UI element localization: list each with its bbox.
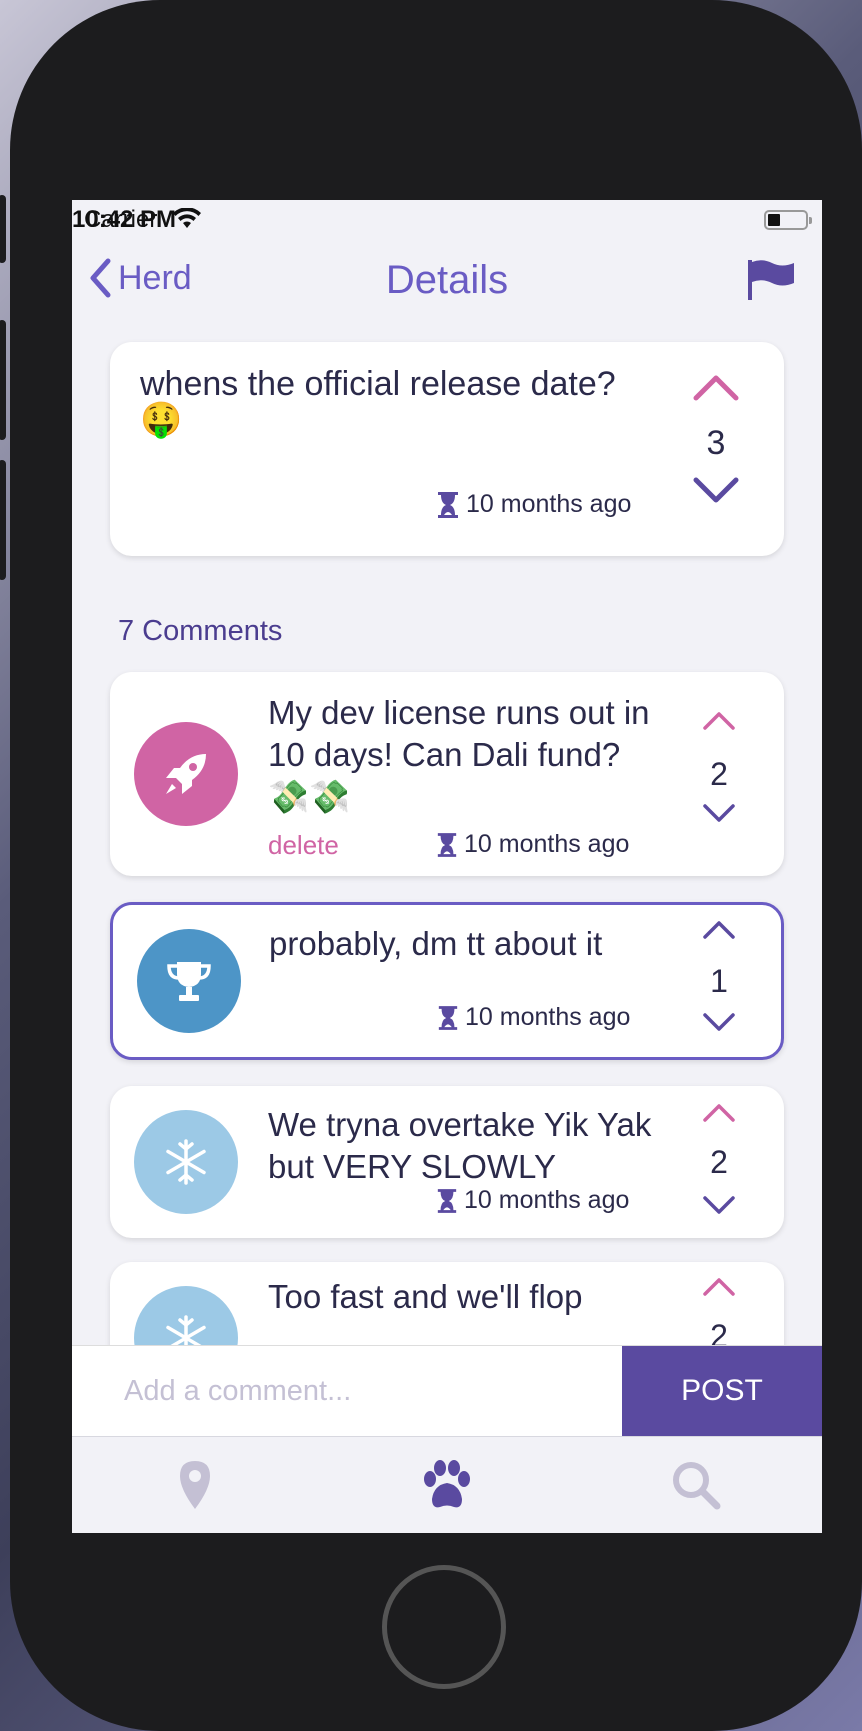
rocket-icon: [134, 722, 238, 826]
hourglass-icon: [437, 832, 457, 857]
paw-icon: [424, 1460, 470, 1508]
phone-frame: Carrier 10:42 PM Herd Details whens the …: [0, 0, 862, 1731]
chevron-up-icon: [703, 1278, 735, 1296]
post-downvote-button[interactable]: [692, 476, 740, 511]
comment-timestamp: 10 months ago: [437, 1003, 630, 1032]
comment-score: 2: [710, 1144, 728, 1180]
comment-upvote-button[interactable]: [702, 919, 736, 946]
comment-timestamp: 10 months ago: [436, 1186, 629, 1215]
post-button[interactable]: POST: [622, 1346, 822, 1436]
comment-text: My dev license runs out in 10 days! Can …: [268, 694, 650, 815]
comment-composer: POST: [72, 1345, 822, 1436]
chevron-up-icon: [693, 375, 739, 401]
delete-button[interactable]: delete: [268, 830, 339, 861]
chevron-down-icon: [703, 804, 735, 822]
home-button[interactable]: [382, 1565, 506, 1689]
post-upvote-button[interactable]: [692, 372, 740, 407]
comment-downvote-button[interactable]: [702, 1194, 736, 1221]
comment-upvote-button[interactable]: [702, 710, 736, 737]
navigation-bar: Herd Details: [72, 240, 822, 310]
post-score: 3: [706, 424, 726, 462]
post-card: whens the official release date? 🤑 10 mo…: [110, 342, 784, 556]
battery-icon: [764, 210, 812, 230]
snowflake-icon: [134, 1110, 238, 1214]
tab-bar: [72, 1436, 822, 1533]
volume-down-button: [0, 460, 6, 580]
status-bar: Carrier 10:42 PM: [72, 200, 822, 240]
tab-map[interactable]: [178, 1459, 212, 1516]
hourglass-icon: [438, 1005, 458, 1030]
comments-count-label: 7 Comments: [118, 615, 283, 647]
mute-switch: [0, 195, 6, 263]
chevron-down-icon: [703, 1013, 735, 1031]
volume-up-button: [0, 320, 6, 440]
post-time-label: 10 months ago: [466, 490, 632, 518]
post-timestamp: 10 months ago: [436, 490, 631, 519]
trophy-icon: [137, 929, 241, 1033]
search-icon: [673, 1462, 721, 1510]
comment-score: 2: [710, 756, 728, 792]
tab-herd[interactable]: [420, 1459, 474, 1516]
comment-text: We tryna overtake Yik Yak but VERY SLOWL…: [268, 1106, 652, 1185]
comment-upvote-button[interactable]: [702, 1102, 736, 1129]
comment-card: My dev license runs out in 10 days! Can …: [110, 672, 784, 876]
comment-input[interactable]: [72, 1346, 622, 1436]
chevron-up-icon: [703, 1104, 735, 1122]
comment-time-label: 10 months ago: [464, 1186, 630, 1214]
page-title: Details: [385, 258, 509, 302]
comment-text: Too fast and we'll flop: [268, 1278, 583, 1315]
comment-card: probably, dm tt about it 10 months ago 1: [110, 902, 784, 1060]
clock: 10:42 PM: [72, 206, 177, 233]
comment-score: 1: [710, 963, 728, 999]
comment-timestamp: 10 months ago: [436, 830, 629, 859]
comment-time-label: 10 months ago: [464, 830, 630, 858]
chevron-down-icon: [703, 1196, 735, 1214]
tab-search[interactable]: [670, 1459, 722, 1516]
app-screen: Carrier 10:42 PM Herd Details whens the …: [72, 200, 822, 1533]
chevron-down-icon: [693, 477, 739, 503]
comment-card: We tryna overtake Yik Yak but VERY SLOWL…: [110, 1086, 784, 1238]
hourglass-icon: [438, 491, 458, 518]
hourglass-icon: [437, 1188, 457, 1213]
location-pin-icon: [180, 1461, 210, 1509]
chevron-up-icon: [703, 712, 735, 730]
comment-downvote-button[interactable]: [702, 1011, 736, 1038]
comment-upvote-button[interactable]: [702, 1276, 736, 1303]
chevron-up-icon: [703, 921, 735, 939]
comment-time-label: 10 months ago: [465, 1003, 631, 1031]
comment-text: probably, dm tt about it: [269, 925, 603, 962]
flag-icon[interactable]: [746, 258, 796, 307]
comment-downvote-button[interactable]: [702, 802, 736, 829]
post-text: whens the official release date? 🤑: [140, 365, 616, 439]
